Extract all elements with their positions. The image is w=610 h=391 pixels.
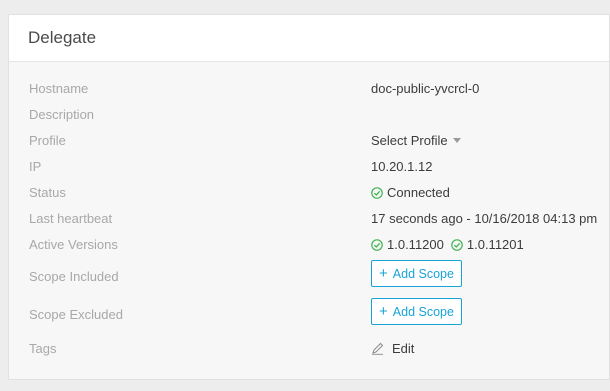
active-versions-value: 1.0.11200 1.0.11201 xyxy=(371,237,531,252)
description-label: Description xyxy=(29,107,95,122)
status-value: Connected xyxy=(371,185,450,200)
version-text: 1.0.11200 xyxy=(387,237,444,252)
edit-label: Edit xyxy=(392,341,415,356)
add-scope-excluded-button[interactable]: + Add Scope xyxy=(371,298,462,325)
panel-header: Delegate xyxy=(9,15,609,62)
add-scope-label: Add Scope xyxy=(392,266,454,281)
active-versions-label: Active Versions xyxy=(29,237,118,252)
profile-label: Profile xyxy=(29,133,66,148)
panel-title: Delegate xyxy=(28,28,97,47)
plus-icon: + xyxy=(379,303,388,320)
check-circle-icon xyxy=(371,186,383,199)
add-scope-label: Add Scope xyxy=(392,304,454,319)
version-text: 1.0.11201 xyxy=(466,237,524,252)
check-circle-icon xyxy=(451,238,463,251)
tags-label: Tags xyxy=(29,341,57,356)
pencil-icon xyxy=(372,342,384,355)
check-circle-icon xyxy=(371,238,383,251)
add-scope-included-button[interactable]: + Add Scope xyxy=(371,260,462,287)
hostname-value: doc-public-yvcrcl-0 xyxy=(371,81,480,96)
last-heartbeat-label: Last heartbeat xyxy=(29,211,113,226)
scope-included-label: Scope Included xyxy=(29,269,119,284)
profile-select[interactable]: Select Profile xyxy=(371,133,461,148)
version-item: 1.0.11201 xyxy=(451,237,524,252)
profile-select-value: Select Profile xyxy=(371,133,448,148)
plus-icon: + xyxy=(379,265,388,282)
last-heartbeat-value: 17 seconds ago - 10/16/2018 04:13 pm xyxy=(371,211,598,226)
status-label: Status xyxy=(29,185,66,200)
scope-excluded-label: Scope Excluded xyxy=(29,307,123,322)
edit-tags-button[interactable]: Edit xyxy=(371,341,414,356)
caret-down-icon xyxy=(452,138,461,143)
status-text: Connected xyxy=(387,185,450,200)
delegate-panel: Delegate Hostname doc-public-yvcrcl-0 De… xyxy=(8,14,610,380)
version-item: 1.0.11200 xyxy=(371,237,444,252)
hostname-label: Hostname xyxy=(29,81,89,96)
ip-label: IP xyxy=(29,159,42,174)
ip-value: 10.20.1.12 xyxy=(371,159,433,174)
